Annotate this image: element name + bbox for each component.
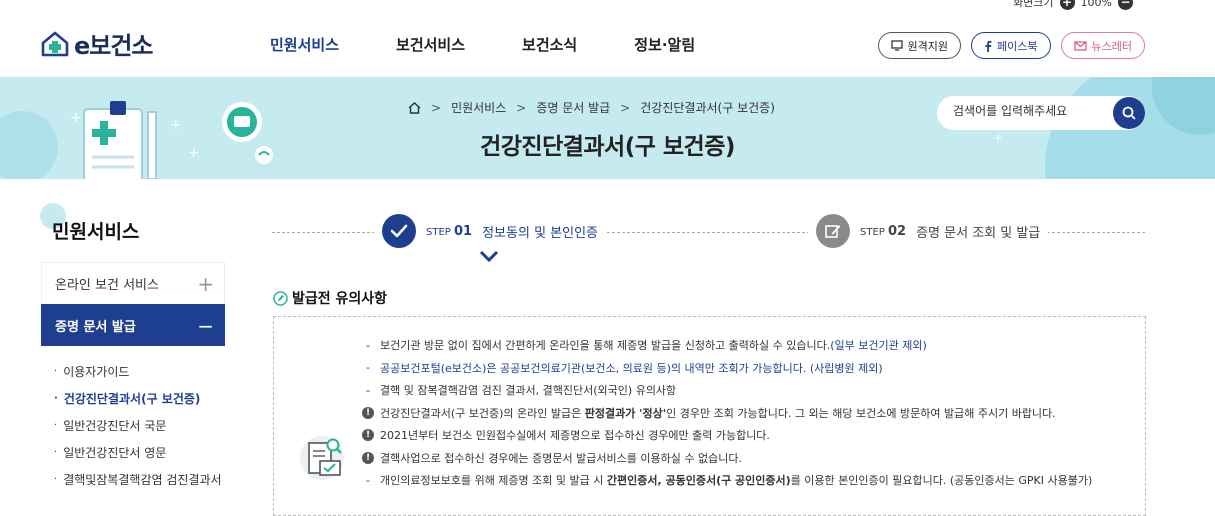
zoom-control: 화면크기 + 100% − (1013, 0, 1133, 10)
side-menu-online-health[interactable]: 온라인 보건 서비스 + (41, 262, 225, 304)
newsletter-label: 뉴스레터 (1091, 39, 1132, 53)
breadcrumb-item-civil[interactable]: 민원서비스 (451, 99, 506, 116)
chevron-down-icon (479, 250, 499, 262)
notice-item: - 공공보건포털(e보건소)은 공공보건의료기관(보건소, 의료원 등)의 내역… (366, 361, 883, 375)
zoom-label: 화면크기 (1013, 0, 1054, 9)
monitor-icon (890, 40, 903, 51)
submenu-general-en[interactable]: · 일반건강진단서 영문 (54, 439, 225, 466)
notice-list: - 보건기관 방문 없이 집에서 간편하게 온라인을 통해 제증명 발급을 신청… (362, 334, 1092, 492)
notice-item: - 결핵 및 잠복결핵감염 검진 결과서, 결핵진단서(외국인) 유의사항 (366, 383, 677, 398)
step-2: STEP 02 증명 문서 조회 및 발급 (808, 214, 1049, 248)
svg-text:+: + (70, 110, 82, 126)
step-1-label: 정보동의 및 본인인증 (482, 225, 598, 241)
step-2-number: STEP 02 (860, 223, 907, 239)
warning-icon: ! (362, 451, 374, 464)
utility-links: 원격지원 페이스북 뉴스레터 (877, 32, 1145, 59)
home-icon[interactable] (408, 101, 421, 114)
side-menu-certificate[interactable]: 증명 문서 발급 − (41, 304, 225, 346)
main-nav: 민원서비스 보건서비스 보건소식 정보·알림 (270, 34, 695, 55)
facebook-button[interactable]: 페이스북 (971, 32, 1051, 59)
search-input[interactable] (953, 104, 1103, 118)
step-1: STEP 01 정보동의 및 본인인증 (374, 214, 606, 248)
check-icon (382, 214, 416, 248)
remote-support-label: 원격지원 (907, 39, 949, 53)
breadcrumb-separator-icon: > (431, 100, 442, 115)
zoom-value: 100% (1080, 0, 1112, 9)
nav-civil-service[interactable]: 민원서비스 (270, 34, 339, 55)
facebook-label: 페이스북 (997, 39, 1038, 53)
page-title: 건강진단결과서(구 보건증) (480, 134, 735, 160)
step-indicator: STEP 01 정보동의 및 본인인증 STEP 02 증명 문서 조회 및 발… (272, 212, 1145, 252)
notice-box: - 보건기관 방문 없이 집에서 간편하게 온라인을 통해 제증명 발급을 신청… (273, 316, 1146, 516)
notice-item: - 개인의료정보보호를 위해 제증명 조회 및 발급 시 간편인증서, 공동인증… (366, 473, 1093, 488)
search-box (937, 96, 1145, 130)
logo-house-icon (41, 31, 69, 56)
search-button[interactable] (1113, 97, 1145, 129)
notice-item: ! 2021년부터 보건소 민원접수실에서 제증명으로 접수하신 경우에만 출력… (362, 424, 1092, 447)
step-2-label: 증명 문서 조회 및 발급 (916, 225, 1041, 241)
facebook-icon (985, 40, 992, 52)
logo-text: e보건소 (74, 32, 154, 60)
notice-item: ! 결핵사업으로 접수하신 경우에는 증명문서 발급서비스를 이용하실 수 없습… (362, 447, 1092, 470)
nav-health-service[interactable]: 보건서비스 (396, 34, 465, 55)
search-icon (1122, 106, 1136, 120)
side-menu-label: 증명 문서 발급 (55, 320, 136, 335)
step-1-number: STEP 01 (426, 223, 473, 239)
side-menu-label: 온라인 보건 서비스 (55, 278, 159, 293)
lnb-title: 민원서비스 (52, 221, 140, 243)
mail-icon (1073, 40, 1087, 51)
minus-icon: − (197, 313, 214, 338)
breadcrumb-item-certificate[interactable]: 증명 문서 발급 (536, 99, 610, 116)
section-title: 발급전 유의사항 (273, 288, 387, 308)
notice-item: ! 건강진단결과서(구 보건증)의 온라인 발급은 판정결과가 '정상'인 경우… (362, 402, 1092, 425)
nav-health-news[interactable]: 보건소식 (522, 34, 577, 55)
page-banner: + + + + > 민원서비스 > 증명 문서 발급 > 건강진단결과서(구 보… (0, 77, 1215, 179)
header: e보건소 민원서비스 보건서비스 보건소식 정보·알림 원격지원 페이스북 뉴스… (0, 14, 1215, 76)
breadcrumb-item-current[interactable]: 건강진단결과서(구 보건증) (640, 99, 775, 116)
notice-item: - 보건기관 방문 없이 집에서 간편하게 온라인을 통해 제증명 발급을 신청… (366, 338, 927, 353)
plus-icon: + (197, 271, 214, 296)
section-title-text: 발급전 유의사항 (292, 291, 388, 307)
remote-support-button[interactable]: 원격지원 (877, 32, 962, 59)
warning-icon: ! (362, 406, 374, 419)
logo[interactable]: e보건소 (40, 26, 154, 61)
side-submenu: · 이용자가이드 · 건강진단결과서(구 보건증) · 일반건강진단서 국문 · 일반건… (41, 346, 225, 493)
side-menu: 온라인 보건 서비스 + 증명 문서 발급 − · 이용자가이드 · 건강진단결과서… (41, 262, 225, 493)
breadcrumb-separator-icon: > (516, 100, 527, 115)
zoom-in-button[interactable]: + (1059, 0, 1075, 10)
breadcrumb-separator-icon: > (620, 100, 631, 115)
edit-icon (816, 214, 850, 248)
breadcrumb: > 민원서비스 > 증명 문서 발급 > 건강진단결과서(구 보건증) (408, 99, 775, 116)
newsletter-button[interactable]: 뉴스레터 (1060, 32, 1145, 59)
submenu-general-kr[interactable]: · 일반건강진단서 국문 (54, 412, 225, 439)
document-search-icon (300, 436, 344, 480)
nav-info-notice[interactable]: 정보·알림 (634, 34, 695, 55)
zoom-out-button[interactable]: − (1118, 0, 1133, 10)
top-bar: 화면크기 + 100% − (0, 0, 1215, 14)
submenu-health-result[interactable]: · 건강진단결과서(구 보건증) (54, 385, 225, 412)
pencil-circle-icon (273, 290, 288, 306)
submenu-user-guide[interactable]: · 이용자가이드 (54, 358, 225, 385)
warning-icon: ! (362, 429, 374, 442)
